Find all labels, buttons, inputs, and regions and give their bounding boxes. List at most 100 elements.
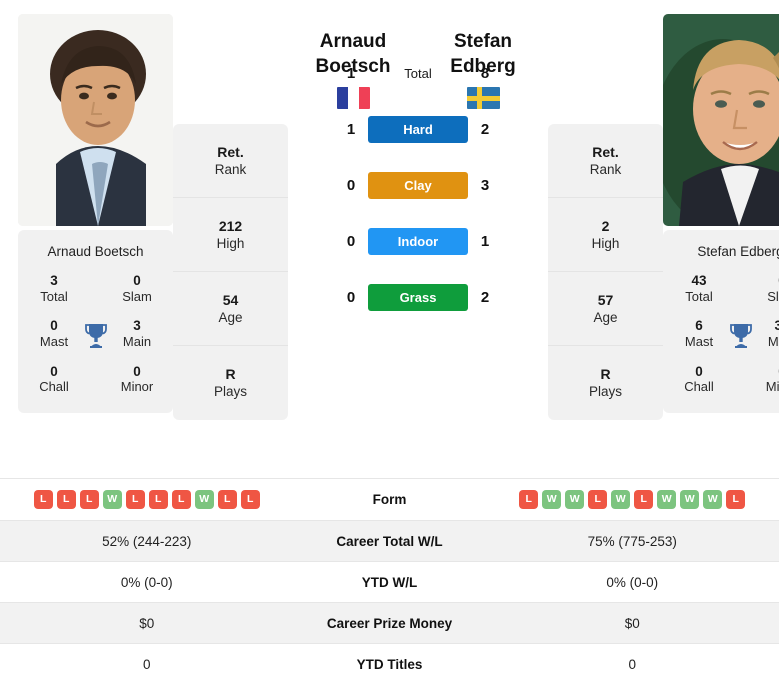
stats-comparison-table: LLLWLLLWLL Form LWWLWLWWWL 52% (244-223)… [0, 478, 779, 684]
spacer-top-right [726, 273, 756, 277]
player-photo-stefan-edberg-image [663, 14, 779, 226]
left-form-cell: LLLWLLLWLL [0, 490, 294, 509]
form-pill-loss[interactable]: L [79, 490, 99, 509]
form-pill-win[interactable]: W [542, 490, 562, 509]
h2h-row-grass: 0 Grass 2 [288, 269, 548, 325]
surface-badge-grass[interactable]: Grass [368, 283, 468, 311]
h2h-left-total: 1 [346, 64, 356, 82]
right-player-photo[interactable] [663, 14, 779, 226]
form-pill-loss[interactable]: L [171, 490, 191, 509]
head-to-head-column: Arnaud Boetsch Stefan Edberg 1 Total 8 1… [288, 14, 548, 325]
right-titles-row-1: 43 Total 6 Slam [669, 273, 779, 304]
h2h-label-total: Total [404, 65, 432, 81]
left-rank-column: Ret. Rank 212 High 54 Age R Plays [173, 124, 288, 420]
left-titles-row-2: 0 Mast 3 Main [24, 318, 167, 349]
form-pill-loss[interactable]: L [33, 490, 53, 509]
right-titles-row-3: 0 Chall 0 Minor [669, 364, 779, 395]
form-pill-loss[interactable]: L [148, 490, 168, 509]
trophy-icon [81, 318, 111, 349]
form-pill-win[interactable]: W [611, 490, 631, 509]
h2h-right-hard: 2 [480, 120, 490, 138]
h2h-row-hard: 1 Hard 2 [288, 101, 548, 157]
right-masters-titles: 6 Mast [684, 318, 714, 350]
form-pill-win[interactable]: W [657, 490, 677, 509]
stat-label-ytd-titles: YTD Titles [356, 656, 423, 672]
stat-row-ytd-titles: 0 YTD Titles 0 [0, 643, 779, 684]
spacer-bottom-right [726, 364, 756, 368]
trophy-icon [726, 318, 756, 349]
h2h-left-clay: 0 [346, 176, 356, 194]
right-titles-grid: 43 Total 6 Slam 6 Mast [667, 273, 779, 395]
h2h-right-grass: 2 [480, 288, 490, 306]
h2h-right-clay: 3 [480, 176, 490, 194]
h2h-row-indoor: 0 Indoor 1 [288, 213, 548, 269]
stat-row-form: LLLWLLLWLL Form LWWLWLWWWL [0, 478, 779, 520]
left-rank-card: Ret. Rank 212 High 54 Age R Plays [173, 124, 288, 420]
stat-label-career-total-wl: Career Total W/L [336, 533, 443, 549]
h2h-label-clay: Clay [368, 171, 468, 199]
form-pill-win[interactable]: W [565, 490, 585, 509]
form-pill-loss[interactable]: L [726, 490, 746, 509]
right-titles-row-2: 6 Mast 3 M [669, 318, 779, 349]
comparison-top-section: Arnaud Boetsch 3 Total 0 Slam 0 Mast 3 M… [0, 0, 779, 478]
left-career-prize-money: $0 [139, 615, 155, 631]
h2h-right-total: 8 [480, 64, 490, 82]
left-challenger-titles: 0 Chall [39, 363, 69, 395]
trophy-icon-glyph [729, 324, 752, 349]
form-pill-win[interactable]: W [703, 490, 723, 509]
stat-row-ytd-wl: 0% (0-0) YTD W/L 0% (0-0) [0, 561, 779, 602]
left-form-strip: LLLWLLLWLL [0, 490, 294, 509]
h2h-left-hard: 1 [346, 120, 356, 138]
right-player-column: Stefan Edberg 43 Total 6 Slam [663, 14, 779, 413]
right-career-prize-money: $0 [624, 615, 640, 631]
left-player-name-label: Arnaud Boetsch [47, 244, 144, 259]
surface-badge-indoor[interactable]: Indoor [368, 227, 468, 255]
surface-badge-clay[interactable]: Clay [368, 171, 468, 199]
left-minor-titles: 0 Minor [120, 363, 154, 395]
form-pill-loss[interactable]: L [217, 490, 237, 509]
left-rank-cell-high: 212 High [173, 198, 288, 272]
right-rank-card: Ret. Rank 2 High 57 Age R Plays [548, 124, 663, 420]
form-pill-win[interactable]: W [102, 490, 122, 509]
h2h-right-indoor: 1 [480, 232, 490, 250]
right-total-titles: 43 Total [685, 273, 713, 304]
left-ytd-titles: 0 [142, 656, 151, 672]
left-titles-row-1: 3 Total 0 Slam [24, 273, 167, 304]
form-pill-loss[interactable]: L [125, 490, 145, 509]
right-ytd-titles: 0 [628, 656, 636, 672]
left-ytd-wl: 0% (0-0) [120, 574, 173, 590]
form-pill-win[interactable]: W [680, 490, 700, 509]
right-minor-titles: 0 Minor [765, 364, 779, 395]
form-pill-loss[interactable]: L [56, 490, 76, 509]
form-pill-loss[interactable]: L [519, 490, 539, 509]
left-rank-cell-age: 54 Age [173, 272, 288, 346]
right-form-strip: LWWLWLWWWL [486, 490, 779, 509]
h2h-left-grass: 0 [346, 288, 356, 306]
left-player-photo[interactable] [18, 14, 173, 226]
left-main-titles: 3 Main [122, 318, 152, 350]
left-career-total-wl: 52% (244-223) [102, 533, 192, 549]
right-main-titles: 30 Main [767, 318, 779, 350]
player-comparison-page: Arnaud Boetsch 3 Total 0 Slam 0 Mast 3 M… [0, 0, 779, 699]
sweden-flag-icon [466, 87, 500, 110]
left-rank-cell-plays: R Plays [213, 366, 247, 400]
left-masters-titles: 0 Mast [39, 318, 69, 350]
form-pill-win[interactable]: W [194, 490, 214, 509]
right-ytd-wl: 0% (0-0) [606, 574, 659, 590]
h2h-row-clay: 0 Clay 3 [288, 157, 548, 213]
right-player-name-label: Stefan Edberg [697, 244, 779, 259]
spacer-bottom [81, 364, 111, 368]
left-titles-row-3: 0 Chall 0 Minor [24, 364, 167, 395]
right-slam-titles: 6 Slam [767, 273, 779, 304]
left-player-column: Arnaud Boetsch 3 Total 0 Slam 0 Mast 3 M… [18, 14, 173, 413]
surface-badge-hard[interactable]: Hard [368, 115, 468, 143]
left-player-titles-card: Arnaud Boetsch 3 Total 0 Slam 0 Mast 3 M… [18, 230, 173, 413]
form-pill-loss[interactable]: L [634, 490, 654, 509]
right-career-total-wl: 75% (775-253) [587, 533, 677, 549]
right-challenger-titles: 0 Chall [684, 363, 714, 395]
right-rank-cell-high: 2 High [548, 198, 663, 272]
form-pill-loss[interactable]: L [240, 490, 260, 509]
stat-label-career-prize-money: Career Prize Money [326, 615, 453, 631]
h2h-label-hard: Hard [368, 115, 468, 143]
form-pill-loss[interactable]: L [588, 490, 608, 509]
